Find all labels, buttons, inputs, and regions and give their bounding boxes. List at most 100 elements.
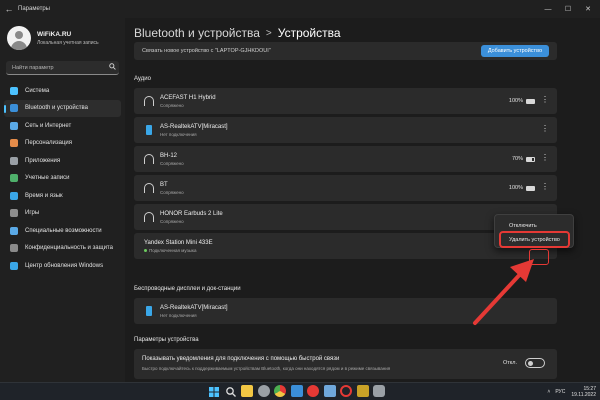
swift-pair-title: Показывать уведомления для подключения с… — [142, 356, 340, 362]
maximize-button[interactable]: ☐ — [558, 0, 578, 18]
account-type: Локальная учетная запись — [37, 39, 99, 46]
headphones-icon — [144, 212, 154, 222]
device-row[interactable]: AS-RealtekATV[Miracast] Нет подключения … — [134, 117, 557, 143]
avatar — [7, 26, 31, 50]
search-icon[interactable] — [225, 385, 237, 397]
device-status: Сопряжено — [160, 219, 184, 224]
device-name: Yandex Station Mini 433E — [144, 240, 213, 246]
menu-item-disconnect[interactable]: Отключить — [509, 223, 537, 229]
page-title: Устройства — [277, 26, 341, 40]
pair-device-card: Связать новое устройство с "LAPTOP-GJHKD… — [134, 42, 557, 60]
headphones-icon — [144, 154, 154, 164]
more-options-icon[interactable]: ⋮ — [541, 154, 549, 162]
sidebar-item-label: Персонализация — [25, 140, 73, 147]
clock-date: 19.11.2022 — [571, 392, 596, 398]
gaming-icon — [10, 209, 18, 218]
apps-icon — [10, 156, 18, 165]
sidebar-item-gaming[interactable]: Игры — [4, 205, 121, 223]
more-options-icon[interactable]: ⋮ — [541, 96, 549, 104]
media-icon[interactable] — [356, 385, 369, 397]
sidebar-item-label: Специальные возможности — [25, 227, 102, 234]
bluetooth-icon — [10, 104, 18, 113]
windows-start-icon[interactable] — [208, 385, 220, 397]
device-status: Сопряжено — [160, 161, 184, 166]
device-status: Подключенная музыка — [144, 248, 196, 253]
device-name: HONOR Earbuds 2 Lite — [160, 211, 223, 217]
close-button[interactable]: ✕ — [578, 0, 598, 18]
connected-dot-icon — [144, 249, 147, 253]
more-options-icon[interactable]: ⋮ — [541, 125, 549, 133]
search-input[interactable]: Найти параметр — [6, 61, 119, 75]
network-icon — [10, 121, 18, 130]
yandex-icon[interactable] — [307, 385, 319, 397]
sidebar-item-label: Bluetooth и устройства — [25, 105, 88, 112]
shield-icon — [10, 244, 18, 253]
sidebar-item-bluetooth[interactable]: Bluetooth и устройства — [4, 99, 121, 117]
user-body-icon — [11, 41, 27, 50]
sidebar-item-accessibility[interactable]: Специальные возможности — [4, 222, 121, 240]
settings-gear-icon[interactable] — [373, 385, 385, 397]
taskbar: ˄ РУС 15:27 19.11.2022 — [0, 382, 600, 400]
sidebar-item-time-language[interactable]: Время и язык — [4, 187, 121, 205]
store-icon[interactable] — [290, 385, 303, 397]
system-icon — [10, 86, 18, 95]
device-row[interactable]: AS-RealtekATV[Miracast] Нет подключения — [134, 298, 557, 324]
search-icon[interactable] — [105, 63, 119, 72]
chrome-icon[interactable] — [274, 385, 286, 397]
tray-chevron-icon[interactable]: ˄ — [547, 389, 550, 395]
device-row[interactable]: BH-12 Сопряжено 70% ⋮ — [134, 146, 557, 172]
more-options-icon[interactable]: ⋮ — [541, 183, 549, 191]
device-name: BH-12 — [160, 153, 178, 159]
headphones-icon — [144, 96, 154, 106]
sidebar-item-label: Центр обновления Windows — [25, 262, 104, 269]
photos-icon[interactable] — [323, 385, 336, 397]
main-content: Bluetooth и устройства > Устройства Связ… — [125, 18, 600, 382]
add-device-button[interactable]: Добавить устройство — [480, 45, 549, 57]
tv-device-icon — [146, 306, 152, 316]
battery-icon — [526, 98, 535, 104]
swift-pair-toggle[interactable] — [525, 358, 545, 368]
device-name: AS-RealtekATV[Miracast] — [160, 124, 228, 130]
accessibility-icon — [10, 226, 18, 235]
toggle-state-label: Откл. — [502, 360, 517, 366]
sidebar-item-network[interactable]: Сеть и Интернет — [4, 117, 121, 135]
device-name: ACEFAST H1 Hybrid — [160, 95, 216, 101]
sidebar-item-label: Сеть и Интернет — [25, 122, 72, 129]
more-options-highlight — [529, 249, 549, 265]
device-row[interactable]: BT Сопряжено 100% ⋮ — [134, 175, 557, 201]
swift-pair-row: Показывать уведомления для подключения с… — [134, 349, 557, 379]
user-name: WiFiKA.RU — [37, 30, 72, 38]
back-arrow-icon[interactable]: ← — [0, 4, 18, 14]
title-bar: ← Параметры — ☐ ✕ — [0, 0, 600, 18]
clock[interactable]: 15:27 19.11.2022 — [571, 386, 596, 398]
sidebar-item-label: Система — [25, 87, 50, 94]
opera-icon[interactable] — [340, 385, 352, 397]
settings-icon[interactable] — [257, 385, 270, 397]
sidebar-item-label: Время и язык — [25, 192, 63, 199]
wireless-section-title: Беспроводные дисплеи и док-станции — [134, 286, 241, 292]
sidebar-item-label: Приложения — [25, 157, 61, 164]
device-row[interactable]: ACEFAST H1 Hybrid Сопряжено 100% ⋮ — [134, 88, 557, 114]
toggle-knob — [528, 361, 533, 366]
sidebar-item-apps[interactable]: Приложения — [4, 152, 121, 170]
sidebar-item-system[interactable]: Система — [4, 82, 121, 100]
device-status: Нет подключения — [160, 132, 197, 137]
sidebar-item-accounts[interactable]: Учетные записи — [4, 170, 121, 188]
file-explorer-icon[interactable] — [241, 385, 253, 397]
battery-percent: 70% — [511, 156, 523, 162]
sidebar-item-personalization[interactable]: Персонализация — [4, 135, 121, 153]
battery-percent: 100% — [508, 185, 523, 191]
device-status: Нет подключения — [160, 313, 197, 318]
battery-indicator: 70% — [512, 156, 535, 162]
device-name: BT — [160, 182, 168, 188]
sidebar-item-privacy[interactable]: Конфиденциальность и защита — [4, 240, 121, 258]
language-indicator[interactable]: РУС — [555, 389, 565, 395]
user-profile[interactable]: WiFiKA.RU Локальная учетная запись — [7, 26, 99, 50]
breadcrumb-parent[interactable]: Bluetooth и устройства — [134, 26, 260, 40]
remove-device-highlight — [499, 231, 570, 248]
time-language-icon — [10, 191, 18, 200]
sidebar-item-windows-update[interactable]: Центр обновления Windows — [4, 257, 121, 275]
minimize-button[interactable]: — — [538, 0, 558, 18]
breadcrumb-separator: > — [265, 27, 272, 39]
taskbar-apps — [208, 385, 390, 397]
